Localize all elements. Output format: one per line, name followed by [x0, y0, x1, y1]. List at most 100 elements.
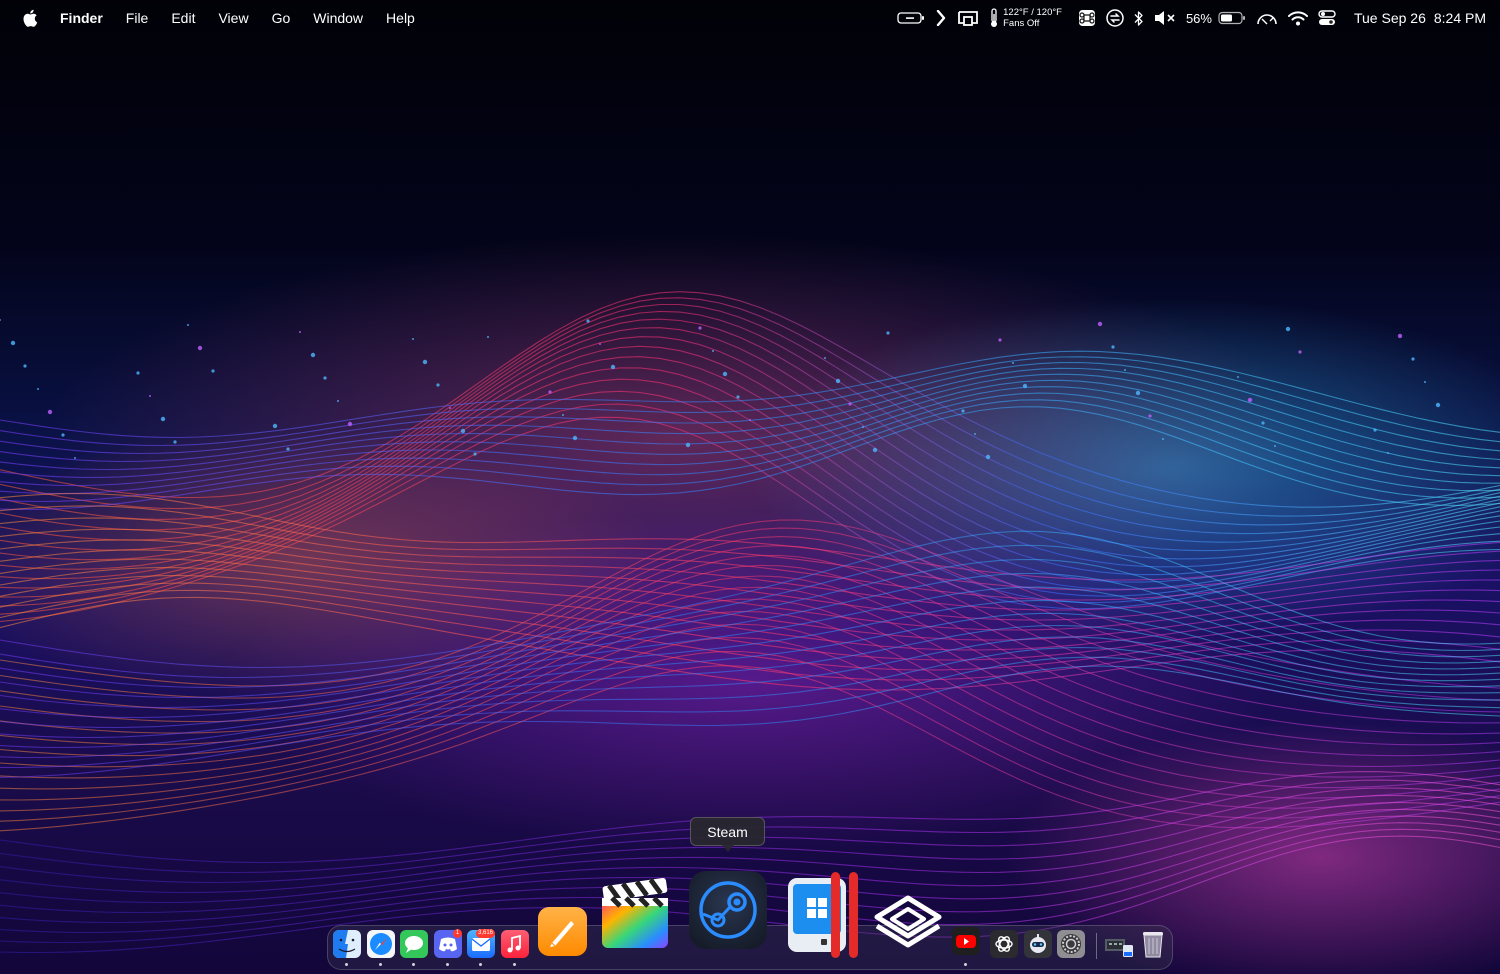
- temperature-monitor[interactable]: 122°F / 120°F Fans Off: [989, 7, 1062, 29]
- wallpaper-sparkle: [974, 433, 976, 435]
- wallpaper-wave: [0, 390, 1500, 607]
- wallpaper-sparkle: [1298, 350, 1302, 354]
- wallpaper-sparkle: [1435, 402, 1441, 408]
- wallpaper-sparkle: [1397, 333, 1403, 339]
- wallpaper-sparkle: [886, 331, 890, 335]
- wallpaper-sparkle: [1424, 381, 1426, 383]
- pages-icon[interactable]: [538, 907, 587, 956]
- wallpaper-wave: [0, 392, 1500, 495]
- thermometer-icon: [991, 8, 998, 27]
- wallpaper-wave: [0, 406, 1500, 511]
- menu-help[interactable]: Help: [386, 10, 415, 26]
- wallpaper-sparkle: [473, 452, 477, 456]
- menu-view[interactable]: View: [218, 10, 248, 26]
- speedometer-icon[interactable]: [1256, 10, 1278, 26]
- display-icon[interactable]: [957, 9, 979, 27]
- dock-divider: [1096, 933, 1097, 959]
- wallpaper-sparkle: [698, 326, 702, 330]
- discord-running-indicator: [446, 963, 449, 966]
- bluetooth-icon[interactable]: [1134, 10, 1144, 27]
- wallpaper-wave: [0, 646, 1500, 759]
- wallpaper-sparkle: [412, 338, 414, 340]
- music-icon[interactable]: [501, 930, 529, 958]
- wallpaper-sparkle: [487, 336, 489, 338]
- music-running-indicator: [513, 963, 516, 966]
- clock[interactable]: Tue Sep 26 8:24 PM: [1354, 10, 1486, 26]
- wallpaper-sparkle: [1274, 445, 1276, 447]
- battery-status-icon[interactable]: [897, 11, 925, 25]
- wallpaper-sparkle: [197, 345, 203, 351]
- finder-icon[interactable]: [333, 930, 361, 958]
- wallpaper-sparkle: [961, 409, 965, 413]
- wallpaper-sparkle: [10, 340, 16, 346]
- wallpaper-sparkle: [286, 447, 290, 451]
- wallpaper-sparkle: [460, 428, 466, 434]
- wallpaper-sparkle: [599, 343, 601, 345]
- wallpaper-sparkle: [586, 319, 590, 323]
- wallpaper-sparkle: [835, 378, 841, 384]
- menu-app-name[interactable]: Finder: [60, 10, 103, 26]
- wifi-icon[interactable]: [1287, 10, 1308, 26]
- wallpaper-sparkle: [323, 376, 327, 380]
- wallpaper-wave: [0, 297, 1500, 517]
- trash-icon[interactable]: [1140, 929, 1166, 959]
- youtube-running-indicator: [964, 963, 967, 966]
- discord-badge: 1: [453, 929, 462, 938]
- youtube-icon[interactable]: [952, 927, 980, 955]
- wallpaper-sparkle: [1237, 376, 1239, 378]
- wallpaper-sparkle: [998, 338, 1002, 342]
- final-cut-pro-icon[interactable]: [600, 878, 670, 950]
- wallpaper-sparkle: [1097, 321, 1103, 327]
- wallpaper-sparkle: [572, 435, 578, 441]
- wallpaper-sparkle: [862, 426, 864, 428]
- wallpaper-sparkle: [1162, 438, 1164, 440]
- safari-running-indicator: [379, 963, 382, 966]
- fans-status: Fans Off: [1003, 18, 1040, 29]
- battery-percent[interactable]: 56%: [1186, 11, 1212, 26]
- menu-window[interactable]: Window: [313, 10, 363, 26]
- parallels-desktop-icon[interactable]: [785, 870, 865, 960]
- wallpaper-sparkle: [136, 371, 140, 375]
- menu-edit[interactable]: Edit: [171, 10, 195, 26]
- wallpaper-sparkle: [685, 442, 691, 448]
- chatgpt-icon[interactable]: [990, 930, 1018, 958]
- wallpaper-sparkle: [1261, 421, 1265, 425]
- wallpaper-sparkle: [1373, 428, 1377, 432]
- wallpaper-sparkle: [985, 454, 991, 460]
- robot-app-icon[interactable]: [1024, 930, 1052, 958]
- layers-app-icon[interactable]: [874, 895, 942, 955]
- wallpaper-sparkle: [37, 388, 39, 390]
- command-key-icon[interactable]: [1078, 9, 1096, 27]
- wallpaper-wave: [0, 574, 1500, 661]
- downloads-stack-icon[interactable]: [1104, 931, 1134, 959]
- steam-icon[interactable]: [689, 871, 767, 949]
- date-label: Tue Sep 26: [1353, 10, 1426, 26]
- wallpaper-wave: [0, 291, 1500, 508]
- wallpaper-sparkle: [1247, 397, 1253, 403]
- wallpaper-wave: [0, 564, 1500, 746]
- wallpaper-sparkle: [187, 324, 189, 326]
- wallpaper-wave: [0, 636, 1500, 749]
- system-settings-icon[interactable]: [1057, 930, 1085, 958]
- wallpaper-sparkle: [712, 350, 714, 352]
- safari-icon[interactable]: [367, 930, 395, 958]
- wallpaper-sparkle: [824, 357, 826, 359]
- wallpaper-sparkle: [422, 359, 428, 365]
- wallpaper-sparkle: [1124, 369, 1126, 371]
- menu-bar: Finder File Edit View Go Window Help 122…: [0, 0, 1500, 36]
- chevron-right-icon[interactable]: [935, 10, 947, 26]
- control-center-icon[interactable]: [1318, 10, 1336, 26]
- battery-icon[interactable]: [1218, 11, 1246, 25]
- volume-muted-icon[interactable]: [1154, 10, 1176, 26]
- messages-icon[interactable]: [400, 930, 428, 958]
- sync-icon[interactable]: [1106, 9, 1124, 27]
- menu-go[interactable]: Go: [272, 10, 291, 26]
- wallpaper-sparkle: [149, 395, 151, 397]
- menu-file[interactable]: File: [126, 10, 149, 26]
- wallpaper-sparkle: [23, 364, 27, 368]
- wallpaper-sparkle: [1285, 326, 1291, 332]
- wallpaper-sparkle: [337, 400, 339, 402]
- wallpaper-sparkle: [173, 440, 177, 444]
- wallpaper-sparkle: [1111, 345, 1115, 349]
- apple-icon[interactable]: [22, 9, 38, 27]
